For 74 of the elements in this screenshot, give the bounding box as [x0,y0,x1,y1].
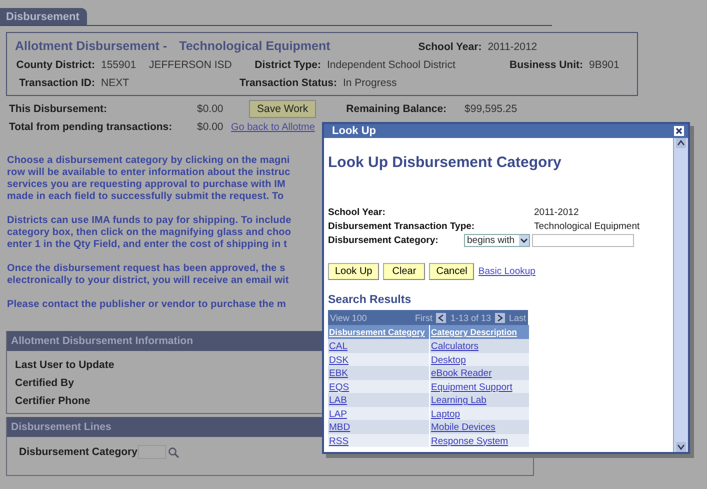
first-link[interactable]: First [414,312,432,322]
page-range: 1-13 of 13 [450,312,491,322]
instruction-text: made in each field to successfully submit the request. To [7,191,284,203]
field-label: Remaining Balance: [346,103,447,115]
field-value: 2011-2012 [534,206,579,218]
field-label: Disbursement Category: [328,234,440,246]
results-heading: Search Results [328,294,412,306]
basic-lookup-link[interactable]: Basic Lookup [478,266,536,277]
dialog-button[interactable]: Cancel [429,263,474,280]
dialog-title: Look Up [332,125,376,137]
result-link[interactable]: RSS [329,436,349,446]
scroll-up-icon[interactable] [676,138,686,148]
scroll-down-icon[interactable] [676,442,686,452]
result-link[interactable]: LAB [329,395,347,406]
instruction-text: row will be available to enter information about the instruc [7,167,290,179]
result-link[interactable]: LAP [329,408,347,420]
save-work-button[interactable]: Save Work [249,100,316,118]
disbursement-tab[interactable]: Disbursement [0,8,88,25]
field-value: $99,595.25 [464,103,518,115]
page-title: Allotment Disbursement - [15,39,168,53]
operator-dropdown[interactable]: begins with [464,234,530,246]
result-link[interactable]: CAL [329,341,348,352]
field-value: 155901 [101,59,138,71]
field-label: Last User to Update [15,359,114,371]
field-label: Total from pending transactions: [9,121,174,133]
instruction-text: Please contact the publisher or vendor to purchase the m [7,299,286,311]
field-value: Independent School District [327,59,456,71]
column-header[interactable]: Category Description [430,325,529,339]
scrollbar[interactable] [673,138,688,452]
instruction-text: Once the disbursement request has been approved, the s [7,263,286,275]
instruction-text: category box, then click on the magnifying glass and choo [7,227,292,239]
field-label: School Year: [328,206,386,218]
next-icon[interactable] [494,312,505,322]
instruction-text: electronically to your district, you will receive an email wit [7,275,289,287]
result-link[interactable]: DSK [329,354,349,366]
dialog-button[interactable]: Clear [383,263,426,280]
result-link[interactable]: EBK [329,368,348,379]
previous-icon[interactable] [436,312,446,322]
dialog-heading: Look Up Disbursement Category [328,154,562,171]
page-subtitle: Technological Equipment [179,39,330,53]
instruction-text: services you are requesting approval to purchase with IM [7,179,286,191]
close-icon[interactable] [674,126,684,136]
field-label: Transaction Status: [238,77,337,89]
instruction-text: Districts can use IMA funds to pay for shipping. To include [7,215,292,227]
instruction-text: Choose a disbursement category by clicking on the magni [7,155,290,167]
field-label: Certifier Phone [15,395,90,407]
field-value: JEFFERSON ISD [149,59,233,71]
instruction-text: enter 1 in the Qty Field, and enter the cost of shipping in t [7,239,288,251]
field-label: Transaction ID: [18,77,95,89]
field-value: NEXT [101,77,130,89]
dialog-button[interactable]: Look Up [328,263,380,280]
field-value: $0.00 [197,121,224,133]
field-label: Business Unit: [508,59,583,71]
field-label: Disbursement Transaction Type: [328,220,476,232]
field-label: Certified By [15,377,74,389]
field-value: $0.00 [197,103,224,115]
field-label: County District: [15,59,95,71]
result-link[interactable]: MBD [329,422,350,433]
column-header[interactable]: Disbursement Category [328,325,429,339]
result-link[interactable]: EQS [329,382,350,392]
field-label: Disbursement Category [19,446,138,458]
view-all-link[interactable]: View 100 [330,312,367,322]
search-icon[interactable] [168,446,180,458]
field-label: This Disbursement: [9,103,108,115]
field-value: 9B901 [589,59,620,71]
go-back-link[interactable]: Go back to Allotme [231,122,315,133]
input-field[interactable] [532,234,634,246]
field-label: District Type: [254,59,321,71]
field-value: 2011-2012 [488,41,538,53]
field-value: Technological Equipment [534,220,640,232]
field-label: School Year: [418,41,482,53]
caret-icon [519,234,529,246]
field-value: In Progress [343,77,397,89]
last-link[interactable]: Last [508,312,526,322]
